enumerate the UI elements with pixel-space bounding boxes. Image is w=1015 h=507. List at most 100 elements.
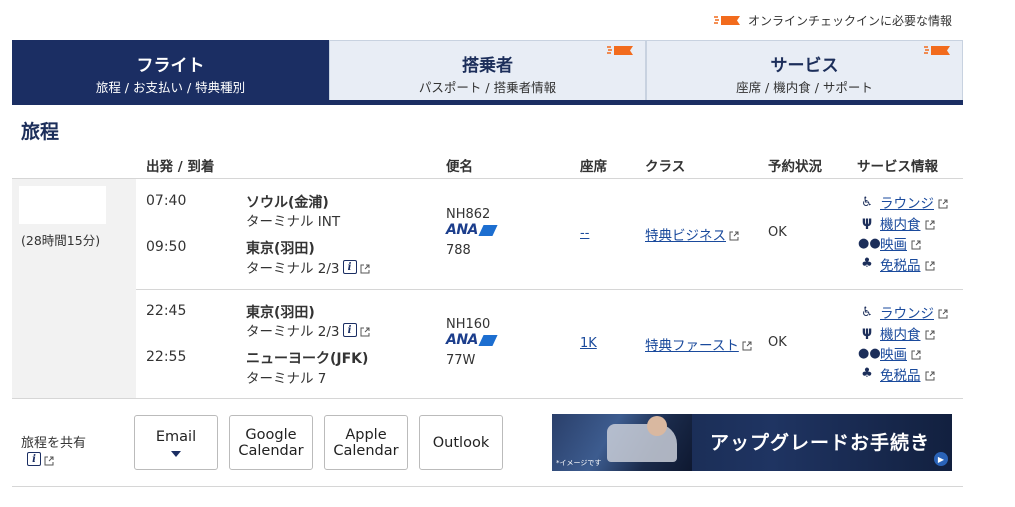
external-link-icon (44, 454, 54, 466)
header-service: サービス情報 (857, 159, 938, 175)
duty-free-link[interactable]: 免税品 (880, 364, 921, 384)
service-lounge[interactable]: ♿ ラウンジ (858, 302, 968, 323)
external-link-icon (925, 259, 935, 271)
meal-icon: ψ (861, 215, 873, 231)
divider (12, 398, 963, 399)
external-link-icon (925, 328, 935, 340)
arrival-terminal: ターミナル 7 (246, 367, 326, 387)
flight-number: NH160 (446, 317, 491, 332)
lounge-link[interactable]: ラウンジ (880, 302, 934, 322)
checkin-flag-icon (607, 45, 635, 56)
section-title: 旅程 (21, 121, 60, 143)
tab-underline (12, 100, 963, 105)
service-movie[interactable]: ●● 映画 (858, 343, 968, 364)
ana-logo-icon: ANA (446, 222, 498, 238)
header-flight: 便名 (446, 159, 473, 175)
service-meal[interactable]: ψ 機内食 (858, 213, 968, 234)
external-link-icon (925, 218, 935, 230)
flight-segment: 07:40 ソウル(金浦) ターミナル INT 09:50 東京(羽田) ターミ… (136, 179, 963, 289)
info-icon[interactable]: i (27, 452, 41, 466)
upgrade-banner[interactable]: アップグレードお手続き *イメージです ▶ (552, 414, 952, 471)
external-link-icon (911, 238, 921, 250)
movie-icon: ●● (858, 235, 881, 251)
arrival-terminal-label: ターミナル 2/3 (246, 261, 340, 277)
arrival-city: 東京(羽田) (246, 241, 315, 257)
email-label: Email (155, 428, 197, 445)
ana-logo-icon: ANA (446, 332, 498, 348)
share-info: i (27, 452, 54, 466)
tab-flight-title: フライト (136, 56, 205, 76)
service-meal[interactable]: ψ 機内食 (858, 323, 968, 344)
meal-icon: ψ (861, 325, 873, 341)
header-seat: 座席 (580, 159, 607, 175)
divider (12, 486, 963, 487)
seat-image (607, 424, 677, 462)
outlook-button[interactable]: Outlook (419, 415, 503, 470)
class-label[interactable]: 特典ビジネス (645, 224, 726, 244)
chevron-down-icon (171, 450, 181, 457)
departure-time: 07:40 (146, 193, 187, 209)
google-calendar-line1: Google (245, 426, 297, 443)
tab-flight[interactable]: フライト 旅程 / お支払い / 特典種別 (12, 40, 329, 102)
lounge-link[interactable]: ラウンジ (880, 192, 934, 212)
seat-link[interactable]: -- (580, 226, 589, 241)
class-link[interactable]: 特典ビジネス (645, 224, 739, 244)
departure-terminal-label: ターミナル INT (246, 214, 341, 230)
meal-link[interactable]: 機内食 (880, 323, 921, 343)
class-label[interactable]: 特典ファースト (645, 334, 739, 354)
online-checkin-label: オンラインチェックインに必要な情報 (747, 14, 952, 28)
airline-name: ANA (446, 222, 478, 238)
tab-passenger[interactable]: 搭乗者 パスポート / 搭乗者情報 (329, 40, 646, 102)
lounge-icon: ♿ (861, 194, 873, 210)
header-dep-arr: 出発 / 到着 (146, 159, 215, 175)
lounge-icon: ♿ (861, 304, 873, 320)
external-link-icon (938, 197, 948, 209)
service-info-list: ♿ ラウンジ ψ 機内食 ●● 映画 ♣ 免税品 (858, 192, 968, 274)
header-status: 予約状況 (768, 159, 822, 175)
external-link-icon (938, 307, 948, 319)
class-link[interactable]: 特典ファースト (645, 334, 752, 354)
seat-link[interactable]: 1K (580, 336, 597, 351)
service-lounge[interactable]: ♿ ラウンジ (858, 192, 968, 213)
aircraft-type: 788 (446, 243, 471, 258)
service-duty-free[interactable]: ♣ 免税品 (858, 364, 968, 385)
banner-text: アップグレードお手続き (710, 432, 931, 454)
banner-note: *イメージです (556, 459, 602, 467)
service-info-list: ♿ ラウンジ ψ 機内食 ●● 映画 ♣ 免税品 (858, 302, 968, 384)
tab-flight-sub: 旅程 / お支払い / 特典種別 (95, 80, 246, 95)
movie-link[interactable]: 映画 (880, 343, 907, 363)
movie-link[interactable]: 映画 (880, 233, 907, 253)
service-movie[interactable]: ●● 映画 (858, 233, 968, 254)
google-calendar-line2: Calendar (238, 442, 304, 459)
duty-free-link[interactable]: 免税品 (880, 254, 921, 274)
external-link-icon (360, 325, 370, 337)
departure-terminal: ターミナル INT (246, 210, 340, 230)
external-link-icon (925, 369, 935, 381)
outlook-label: Outlook (432, 434, 490, 451)
tab-service[interactable]: サービス 座席 / 機内食 / サポート (646, 40, 963, 102)
duty-free-icon: ♣ (861, 366, 873, 382)
apple-calendar-line1: Apple (345, 426, 387, 443)
tab-passenger-sub: パスポート / 搭乗者情報 (418, 80, 557, 95)
google-calendar-button[interactable]: Google Calendar (229, 415, 313, 470)
arrival-city: ニューヨーク(JFK) (246, 351, 369, 367)
tab-service-sub: 座席 / 機内食 / サポート (736, 80, 873, 95)
total-duration: (28時間15分) (21, 233, 101, 248)
booking-status: OK (768, 225, 787, 240)
external-link-icon (360, 262, 370, 274)
tab-service-title: サービス (770, 56, 839, 76)
service-duty-free[interactable]: ♣ 免税品 (858, 254, 968, 275)
aircraft-type: 77W (446, 353, 476, 368)
info-icon[interactable]: i (342, 260, 357, 274)
info-icon[interactable]: i (342, 323, 357, 337)
movie-icon: ●● (858, 345, 881, 361)
itinerary-summary: (28時間15分) (12, 179, 136, 398)
meal-link[interactable]: 機内食 (880, 213, 921, 233)
apple-calendar-button[interactable]: Apple Calendar (324, 415, 408, 470)
email-button[interactable]: Email (134, 415, 218, 470)
external-link-icon (729, 229, 739, 241)
airline-name: ANA (446, 332, 478, 348)
tab-passenger-title: 搭乗者 (462, 56, 513, 76)
flight-segment: 22:45 東京(羽田) ターミナル 2/3 i 22:55 ニューヨーク(JF… (136, 289, 963, 399)
arrow-right-icon: ▶ (934, 452, 948, 466)
